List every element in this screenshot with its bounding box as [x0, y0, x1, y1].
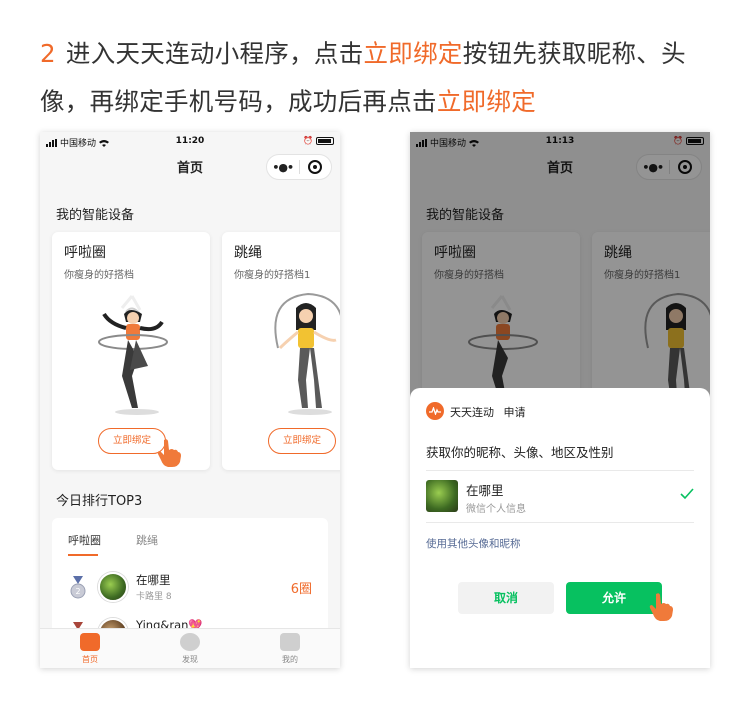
tab-bar: 首页 发现 我的	[40, 628, 340, 668]
divider	[426, 522, 694, 523]
tab-label: 发现	[182, 655, 198, 664]
user-icon	[280, 633, 300, 651]
ranking-row[interactable]: 2 在哪里 卡路里 8 6圈	[52, 568, 328, 608]
more-dots-icon[interactable]: •●•	[267, 161, 299, 174]
pointing-hand-icon	[157, 439, 181, 467]
ranking-user-sub: 卡路里 8	[136, 592, 172, 602]
status-bar: 中国移动 11:20 ⏰	[40, 132, 340, 152]
home-icon	[80, 633, 100, 651]
ranking-score: 6圈	[290, 582, 312, 597]
active-tab-indicator	[68, 554, 98, 556]
tab-label: 首页	[82, 655, 98, 664]
instruction-seg1: 进入天天连动小程序，点击	[65, 39, 364, 68]
tab-rope-ranking[interactable]: 跳绳	[136, 532, 158, 548]
devices-section-title: 我的智能设备	[56, 208, 135, 223]
alarm-icon: ⏰	[303, 136, 313, 145]
divider	[426, 470, 694, 471]
deny-button[interactable]: 取消	[458, 582, 554, 614]
avatar	[426, 480, 458, 512]
device-name: 跳绳	[234, 245, 262, 261]
app-name: 天天连动	[450, 406, 494, 419]
wechat-user-name: 在哪里	[466, 483, 504, 498]
ranking-user-name: 在哪里	[136, 573, 171, 587]
step-number: 2	[40, 39, 56, 68]
target-circle-icon[interactable]	[300, 160, 332, 174]
device-card-hula[interactable]: 呼啦圈 你瘦身的好搭档 立即绑定	[52, 232, 210, 470]
tab-hula-ranking[interactable]: 呼啦圈	[68, 532, 101, 548]
status-time: 11:20	[175, 136, 205, 146]
app-logo-icon	[426, 402, 444, 420]
check-icon	[680, 488, 694, 500]
bind-now-button[interactable]: 立即绑定	[268, 428, 336, 454]
ranking-section-title: 今日排行TOP3	[56, 494, 143, 509]
dialog-heading: 获取你的昵称、头像、地区及性别	[426, 445, 614, 460]
silver-medal-icon: 2	[70, 576, 86, 599]
phone-screen-auth: 中国移动 11:13 ⏰ 首页 •●• 我的智能设备 呼啦圈 你瘦身的好搭档 跳…	[410, 132, 710, 668]
dialog-app-line: 天天连动 申请	[450, 404, 526, 420]
authorization-dialog: 天天连动 申请 获取你的昵称、头像、地区及性别 在哪里 微信个人信息 使用其他头…	[410, 388, 710, 668]
device-card-rope[interactable]: 跳绳 你瘦身的好搭档1 立即绑定	[222, 232, 340, 470]
discover-icon	[180, 633, 200, 651]
avatar	[98, 572, 128, 602]
tab-discover[interactable]: 发现	[140, 629, 240, 668]
instruction-highlight-1: 立即绑定	[363, 39, 463, 68]
device-desc: 你瘦身的好搭档	[64, 270, 134, 281]
hula-hoop-girl-illustration	[98, 295, 168, 415]
tab-home[interactable]: 首页	[40, 629, 140, 668]
phone-screen-home: 中国移动 11:20 ⏰ 首页 •●• 我的智能设备 呼啦圈 你瘦身的好搭档 立…	[40, 132, 340, 668]
instruction-text: 2 进入天天连动小程序，点击立即绑定按钮先获取昵称、头像，再绑定手机号码，成功后再…	[40, 30, 720, 126]
device-desc: 你瘦身的好搭档1	[234, 270, 311, 281]
battery-icon	[316, 136, 334, 145]
miniprogram-capsule: •●•	[266, 154, 332, 180]
tab-me[interactable]: 我的	[240, 629, 340, 668]
device-name: 呼啦圈	[64, 245, 106, 261]
request-label: 申请	[503, 406, 526, 419]
use-other-profile-link[interactable]: 使用其他头像和昵称	[426, 536, 521, 551]
pointing-hand-icon	[649, 593, 673, 621]
jump-rope-girl-illustration	[274, 292, 340, 415]
tab-label: 我的	[282, 655, 298, 664]
wechat-user-sub: 微信个人信息	[466, 504, 526, 515]
svg-text:2: 2	[75, 587, 80, 596]
nav-bar: 首页 •●•	[40, 152, 340, 190]
instruction-highlight-2: 立即绑定	[436, 87, 537, 116]
